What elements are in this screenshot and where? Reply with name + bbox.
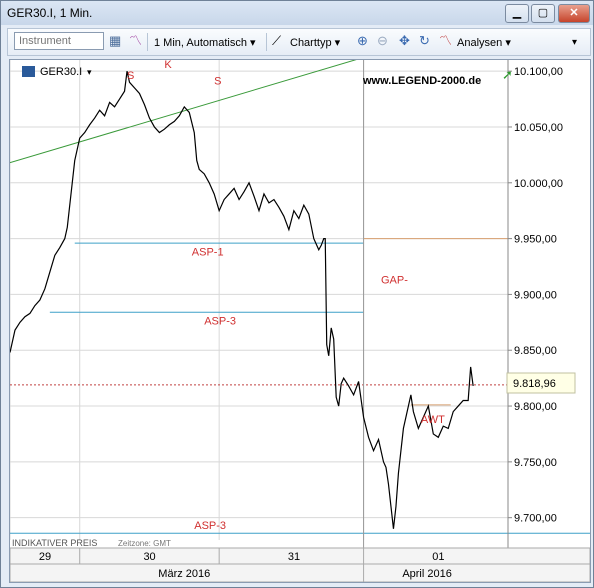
fit-screen-icon[interactable]: ✥ bbox=[399, 34, 410, 48]
indicator-icon[interactable]: 〽 bbox=[129, 34, 142, 48]
analysis-label: Analysen bbox=[457, 37, 503, 49]
x-day-label: 30 bbox=[143, 551, 155, 563]
chevron-down-icon: ▾ bbox=[87, 67, 92, 77]
symbol-header[interactable]: GER30.I ▾ bbox=[22, 66, 92, 78]
y-tick-label: 9.900,00 bbox=[514, 289, 557, 301]
y-tick-label: 9.700,00 bbox=[514, 513, 557, 525]
interval-label: 1 Min, Automatisch bbox=[154, 37, 247, 49]
watermark-text: www.LEGEND-2000.de bbox=[362, 75, 481, 87]
x-day-label: 01 bbox=[432, 551, 444, 563]
maximize-button[interactable]: ▢ bbox=[531, 4, 555, 23]
analysis-icon[interactable]: 〽 bbox=[439, 34, 452, 48]
y-tick-label: 10.050,00 bbox=[514, 122, 563, 134]
chevron-down-icon: ▾ bbox=[334, 37, 341, 49]
cfd-badge-icon bbox=[22, 66, 35, 77]
annotation-label: ASP-3 bbox=[204, 316, 236, 328]
interval-dropdown[interactable]: 1 Min, Automatisch ▾ bbox=[154, 36, 256, 49]
symbol-label: GER30.I bbox=[40, 66, 82, 78]
annotation-label: S bbox=[214, 76, 221, 88]
zoom-out-icon[interactable]: ⊖ bbox=[377, 34, 388, 48]
x-axis: 29 30 31 01 März 2016 April 2016 bbox=[9, 547, 591, 583]
annotation-label: ASP-3 bbox=[194, 520, 226, 532]
y-tick-label: 9.850,00 bbox=[514, 345, 557, 357]
x-month-label: März 2016 bbox=[158, 568, 210, 580]
x-day-label: 29 bbox=[39, 551, 51, 563]
y-tick-label: 9.950,00 bbox=[514, 234, 557, 246]
analysis-dropdown[interactable]: Analysen ▾ bbox=[457, 36, 511, 49]
last-price-label: 9.818,96 bbox=[513, 378, 556, 390]
y-tick-label: 10.100,00 bbox=[514, 66, 563, 78]
x-day-label: 31 bbox=[288, 551, 300, 563]
zoom-in-icon[interactable]: ⊕ bbox=[357, 34, 368, 48]
annotation-label: K bbox=[164, 60, 172, 71]
chart-window: GER30.I, 1 Min. ▁ ▢ ✕ ▦ 〽 1 Min, Automat… bbox=[0, 0, 594, 588]
price-chart[interactable]: S K S ASP-1 ASP-3 GAP- AWT ASP-3 10.100,00 10.05… bbox=[9, 58, 591, 583]
chart-area[interactable]: S K S ASP-1 ASP-3 GAP- AWT ASP-3 10.100,00 10.05… bbox=[9, 58, 591, 583]
chevron-down-icon: ▾ bbox=[250, 37, 256, 49]
x-month-label: April 2016 bbox=[402, 568, 452, 580]
y-tick-label: 10.000,00 bbox=[514, 178, 563, 190]
toolbar-overflow-icon[interactable]: ▾ bbox=[572, 36, 577, 50]
refresh-icon[interactable]: ↻ bbox=[419, 34, 430, 48]
trend-up-icon: ➚ bbox=[502, 67, 513, 82]
indicative-price-label: INDIKATIVER PREIS bbox=[12, 538, 97, 548]
toolbar-separator bbox=[147, 33, 148, 51]
y-tick-label: 9.800,00 bbox=[514, 401, 557, 413]
window-title: GER30.I, 1 Min. bbox=[7, 6, 93, 20]
chart-toolbar: ▦ 〽 1 Min, Automatisch ▾ ⟋ Charttyp ▾ ⊕ … bbox=[7, 28, 591, 56]
title-bar[interactable]: GER30.I, 1 Min. ▁ ▢ ✕ bbox=[1, 1, 593, 25]
annotations: S K S ASP-1 ASP-3 GAP- AWT ASP-3 bbox=[127, 59, 445, 532]
annotation-label: GAP- bbox=[381, 274, 408, 286]
toolbar-separator bbox=[266, 33, 267, 51]
instrument-input[interactable] bbox=[14, 32, 104, 50]
minimize-button[interactable]: ▁ bbox=[505, 4, 529, 23]
level-lines bbox=[10, 238, 590, 534]
close-button[interactable]: ✕ bbox=[558, 4, 590, 23]
y-axis: 10.100,00 10.050,00 10.000,00 9.950,00 9.900… bbox=[507, 60, 563, 582]
annotation-label: AWT bbox=[421, 414, 445, 426]
timezone-label: Zeitzone: GMT bbox=[118, 539, 171, 548]
charttype-dropdown[interactable]: Charttyp ▾ bbox=[290, 36, 340, 49]
instrument-picker-icon[interactable]: ▦ bbox=[109, 34, 121, 48]
annotation-label: S bbox=[127, 70, 134, 82]
charttype-label: Charttyp bbox=[290, 37, 332, 49]
y-tick-label: 9.750,00 bbox=[514, 457, 557, 469]
line-chart-icon[interactable]: ⟋ bbox=[272, 34, 281, 48]
annotation-label: ASP-1 bbox=[192, 246, 224, 258]
chevron-down-icon: ▾ bbox=[505, 37, 511, 49]
